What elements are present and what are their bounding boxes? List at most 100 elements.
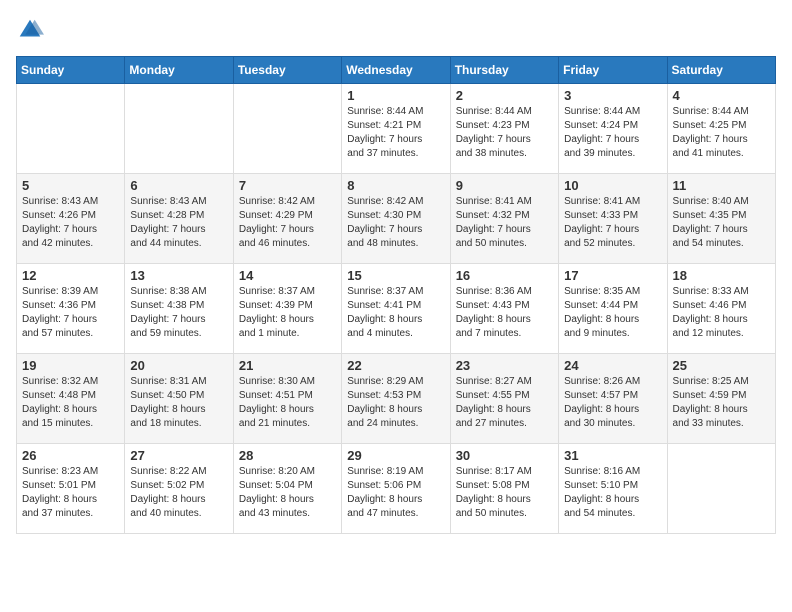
day-info: Sunrise: 8:37 AM Sunset: 4:39 PM Dayligh… [239, 285, 336, 341]
day-info: Sunrise: 8:41 AM Sunset: 4:32 PM Dayligh… [456, 195, 553, 251]
day-number: 22 [347, 358, 444, 373]
calendar-week-3: 12 Sunrise: 8:39 AM Sunset: 4:36 PM Dayli… [17, 264, 776, 354]
logo [16, 16, 48, 44]
day-number: 10 [564, 178, 661, 193]
day-info: Sunrise: 8:29 AM Sunset: 4:53 PM Dayligh… [347, 375, 444, 431]
day-number: 19 [22, 358, 119, 373]
calendar-header-friday: Friday [559, 57, 667, 84]
day-number: 14 [239, 268, 336, 283]
day-number: 28 [239, 448, 336, 463]
calendar-cell [17, 84, 125, 174]
calendar-cell [233, 84, 341, 174]
day-number: 1 [347, 88, 444, 103]
day-info: Sunrise: 8:42 AM Sunset: 4:29 PM Dayligh… [239, 195, 336, 251]
calendar-week-5: 26 Sunrise: 8:23 AM Sunset: 5:01 PM Dayli… [17, 444, 776, 534]
logo-icon [16, 16, 44, 44]
calendar-header-saturday: Saturday [667, 57, 775, 84]
calendar-cell: 2 Sunrise: 8:44 AM Sunset: 4:23 PM Daylig… [450, 84, 558, 174]
day-number: 3 [564, 88, 661, 103]
day-number: 13 [130, 268, 227, 283]
calendar-table: SundayMondayTuesdayWednesdayThursdayFrid… [16, 56, 776, 534]
calendar-cell: 27 Sunrise: 8:22 AM Sunset: 5:02 PM Dayli… [125, 444, 233, 534]
day-info: Sunrise: 8:27 AM Sunset: 4:55 PM Dayligh… [456, 375, 553, 431]
calendar-header-row: SundayMondayTuesdayWednesdayThursdayFrid… [17, 57, 776, 84]
calendar-cell: 11 Sunrise: 8:40 AM Sunset: 4:35 PM Dayli… [667, 174, 775, 264]
day-number: 12 [22, 268, 119, 283]
day-info: Sunrise: 8:33 AM Sunset: 4:46 PM Dayligh… [673, 285, 770, 341]
calendar-cell: 24Sunrise: 8:26 AM Sunset: 4:57 PM Dayli… [559, 354, 667, 444]
day-number: 4 [673, 88, 770, 103]
calendar-cell: 1 Sunrise: 8:44 AM Sunset: 4:21 PM Daylig… [342, 84, 450, 174]
calendar-cell [125, 84, 233, 174]
calendar-cell: 14 Sunrise: 8:37 AM Sunset: 4:39 PM Dayli… [233, 264, 341, 354]
calendar-week-1: 1 Sunrise: 8:44 AM Sunset: 4:21 PM Daylig… [17, 84, 776, 174]
calendar-cell: 15 Sunrise: 8:37 AM Sunset: 4:41 PM Dayli… [342, 264, 450, 354]
day-number: 23 [456, 358, 553, 373]
calendar-cell: 12 Sunrise: 8:39 AM Sunset: 4:36 PM Dayli… [17, 264, 125, 354]
day-info: Sunrise: 8:17 AM Sunset: 5:08 PM Dayligh… [456, 465, 553, 521]
calendar-cell: 20Sunrise: 8:31 AM Sunset: 4:50 PM Dayli… [125, 354, 233, 444]
day-number: 2 [456, 88, 553, 103]
day-number: 15 [347, 268, 444, 283]
day-info: Sunrise: 8:44 AM Sunset: 4:21 PM Dayligh… [347, 105, 444, 161]
day-number: 5 [22, 178, 119, 193]
day-info: Sunrise: 8:37 AM Sunset: 4:41 PM Dayligh… [347, 285, 444, 341]
calendar-cell: 5 Sunrise: 8:43 AM Sunset: 4:26 PM Daylig… [17, 174, 125, 264]
calendar-cell: 18 Sunrise: 8:33 AM Sunset: 4:46 PM Dayli… [667, 264, 775, 354]
day-info: Sunrise: 8:16 AM Sunset: 5:10 PM Dayligh… [564, 465, 661, 521]
day-number: 9 [456, 178, 553, 193]
calendar-cell: 30 Sunrise: 8:17 AM Sunset: 5:08 PM Dayli… [450, 444, 558, 534]
calendar-cell: 9 Sunrise: 8:41 AM Sunset: 4:32 PM Daylig… [450, 174, 558, 264]
calendar-cell: 25 Sunrise: 8:25 AM Sunset: 4:59 PM Dayli… [667, 354, 775, 444]
calendar-cell: 17Sunrise: 8:35 AM Sunset: 4:44 PM Dayli… [559, 264, 667, 354]
calendar-cell: 4Sunrise: 8:44 AM Sunset: 4:25 PM Daylig… [667, 84, 775, 174]
calendar-cell: 22 Sunrise: 8:29 AM Sunset: 4:53 PM Dayli… [342, 354, 450, 444]
day-info: Sunrise: 8:31 AM Sunset: 4:50 PM Dayligh… [130, 375, 227, 431]
day-number: 31 [564, 448, 661, 463]
day-info: Sunrise: 8:43 AM Sunset: 4:28 PM Dayligh… [130, 195, 227, 251]
calendar-cell [667, 444, 775, 534]
day-info: Sunrise: 8:30 AM Sunset: 4:51 PM Dayligh… [239, 375, 336, 431]
calendar-cell: 16Sunrise: 8:36 AM Sunset: 4:43 PM Dayli… [450, 264, 558, 354]
day-info: Sunrise: 8:23 AM Sunset: 5:01 PM Dayligh… [22, 465, 119, 521]
calendar-cell: 19 Sunrise: 8:32 AM Sunset: 4:48 PM Dayli… [17, 354, 125, 444]
calendar-cell: 28 Sunrise: 8:20 AM Sunset: 5:04 PM Dayli… [233, 444, 341, 534]
calendar-cell: 8 Sunrise: 8:42 AM Sunset: 4:30 PM Daylig… [342, 174, 450, 264]
day-number: 18 [673, 268, 770, 283]
day-number: 30 [456, 448, 553, 463]
day-number: 21 [239, 358, 336, 373]
calendar-header-thursday: Thursday [450, 57, 558, 84]
calendar-cell: 23 Sunrise: 8:27 AM Sunset: 4:55 PM Dayli… [450, 354, 558, 444]
day-number: 25 [673, 358, 770, 373]
day-number: 29 [347, 448, 444, 463]
day-number: 8 [347, 178, 444, 193]
day-info: Sunrise: 8:20 AM Sunset: 5:04 PM Dayligh… [239, 465, 336, 521]
day-info: Sunrise: 8:19 AM Sunset: 5:06 PM Dayligh… [347, 465, 444, 521]
calendar-header-sunday: Sunday [17, 57, 125, 84]
calendar-cell: 13 Sunrise: 8:38 AM Sunset: 4:38 PM Dayli… [125, 264, 233, 354]
calendar-cell: 3 Sunrise: 8:44 AM Sunset: 4:24 PM Daylig… [559, 84, 667, 174]
calendar-cell: 21 Sunrise: 8:30 AM Sunset: 4:51 PM Dayli… [233, 354, 341, 444]
calendar-header-wednesday: Wednesday [342, 57, 450, 84]
calendar-cell: 31 Sunrise: 8:16 AM Sunset: 5:10 PM Dayli… [559, 444, 667, 534]
day-number: 27 [130, 448, 227, 463]
day-info: Sunrise: 8:39 AM Sunset: 4:36 PM Dayligh… [22, 285, 119, 341]
day-number: 11 [673, 178, 770, 193]
day-info: Sunrise: 8:36 AM Sunset: 4:43 PM Dayligh… [456, 285, 553, 341]
day-info: Sunrise: 8:44 AM Sunset: 4:24 PM Dayligh… [564, 105, 661, 161]
calendar-cell: 29 Sunrise: 8:19 AM Sunset: 5:06 PM Dayli… [342, 444, 450, 534]
day-info: Sunrise: 8:35 AM Sunset: 4:44 PM Dayligh… [564, 285, 661, 341]
day-info: Sunrise: 8:44 AM Sunset: 4:23 PM Dayligh… [456, 105, 553, 161]
day-info: Sunrise: 8:22 AM Sunset: 5:02 PM Dayligh… [130, 465, 227, 521]
calendar-header-tuesday: Tuesday [233, 57, 341, 84]
calendar-header-monday: Monday [125, 57, 233, 84]
day-info: Sunrise: 8:38 AM Sunset: 4:38 PM Dayligh… [130, 285, 227, 341]
day-info: Sunrise: 8:25 AM Sunset: 4:59 PM Dayligh… [673, 375, 770, 431]
calendar-cell: 6Sunrise: 8:43 AM Sunset: 4:28 PM Daylig… [125, 174, 233, 264]
day-info: Sunrise: 8:42 AM Sunset: 4:30 PM Dayligh… [347, 195, 444, 251]
calendar-cell: 26 Sunrise: 8:23 AM Sunset: 5:01 PM Dayli… [17, 444, 125, 534]
day-info: Sunrise: 8:40 AM Sunset: 4:35 PM Dayligh… [673, 195, 770, 251]
day-info: Sunrise: 8:43 AM Sunset: 4:26 PM Dayligh… [22, 195, 119, 251]
day-number: 26 [22, 448, 119, 463]
day-info: Sunrise: 8:32 AM Sunset: 4:48 PM Dayligh… [22, 375, 119, 431]
